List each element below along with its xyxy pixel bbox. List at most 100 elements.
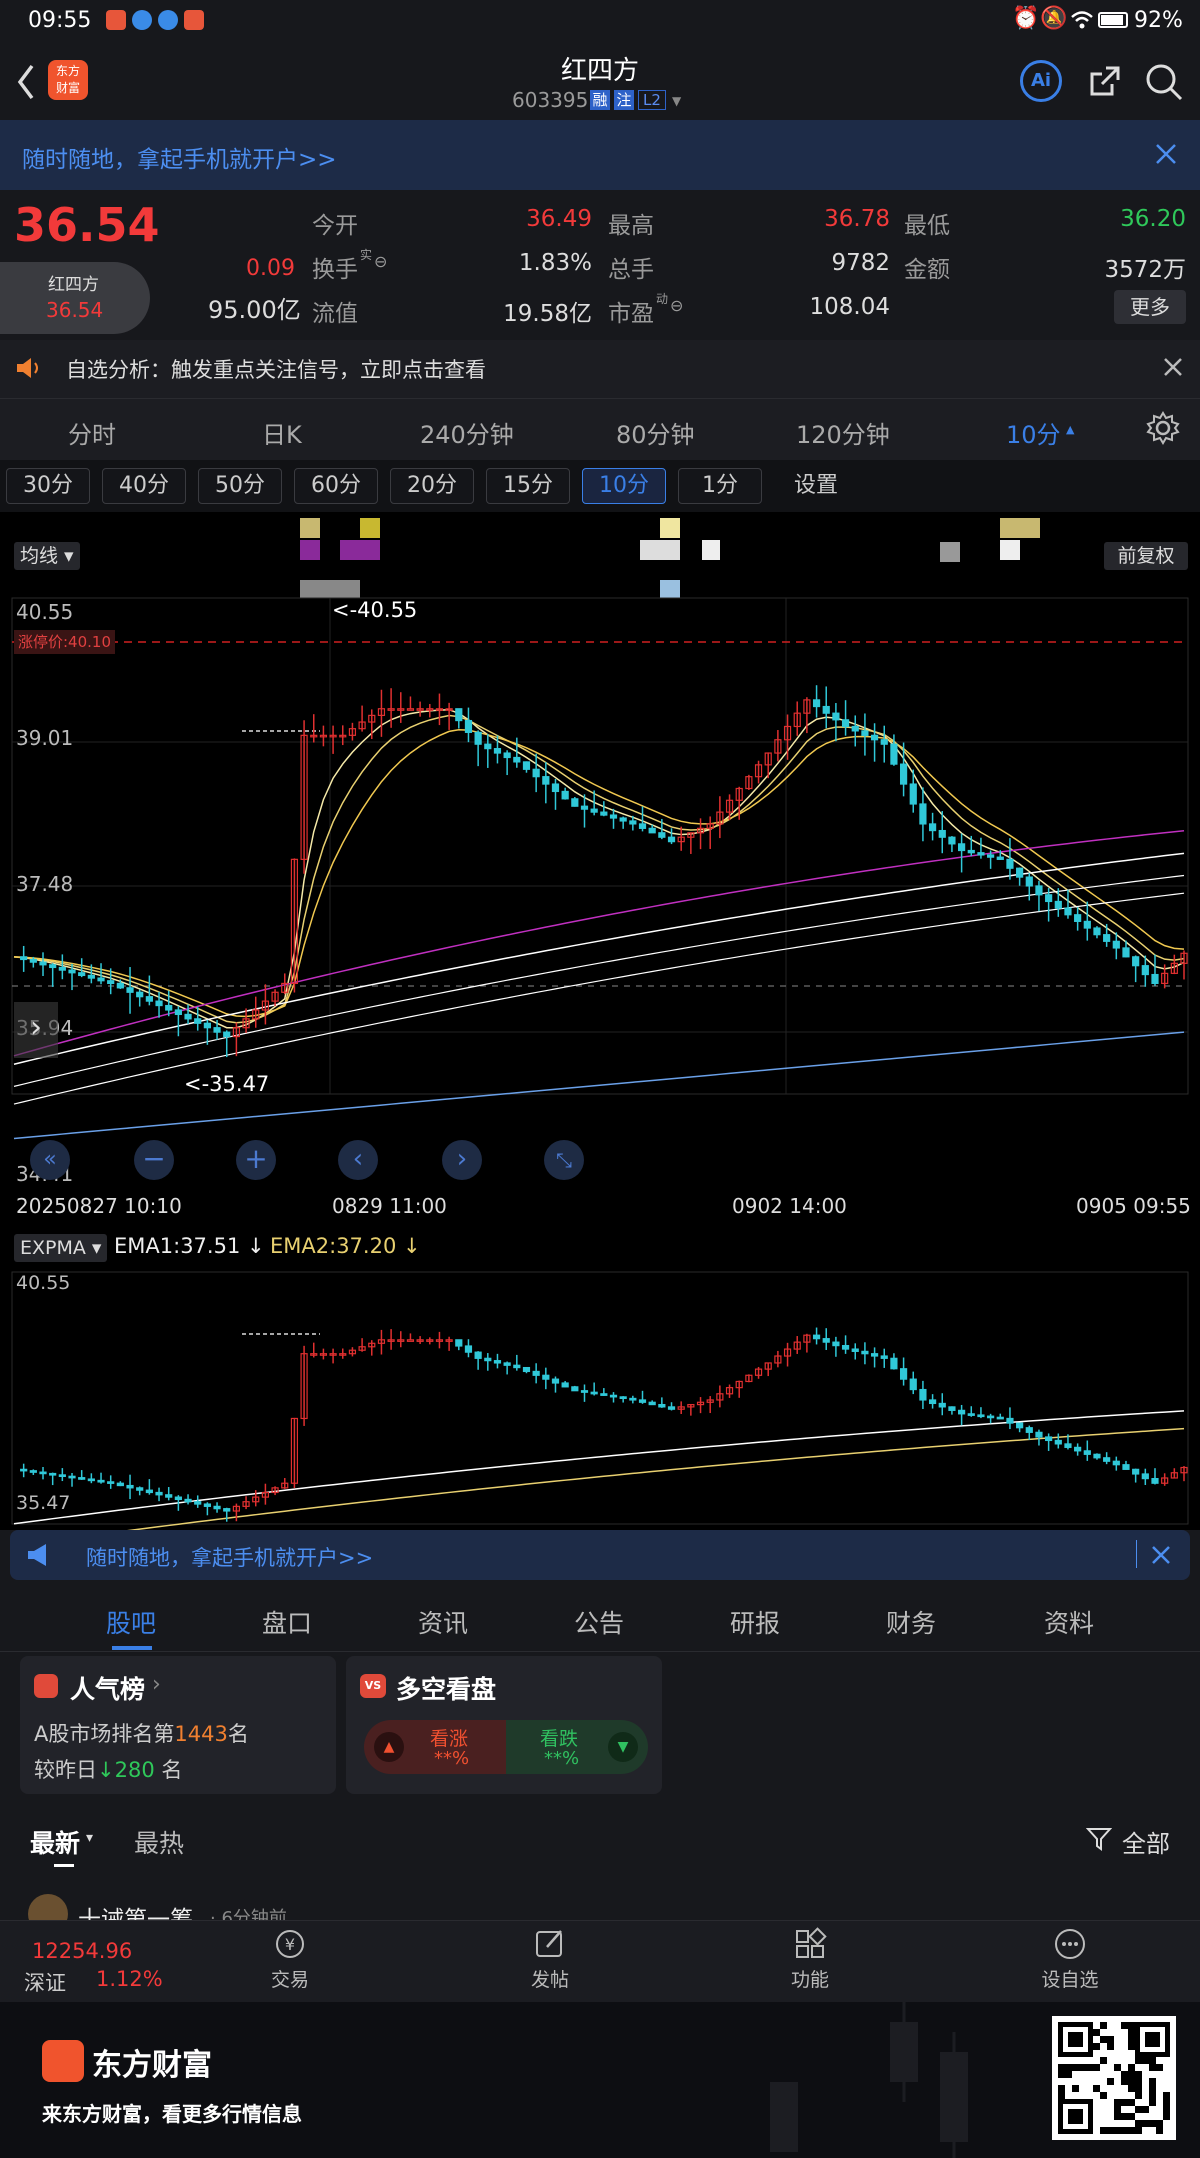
filter-icon[interactable] <box>1085 1826 1113 1856</box>
y-label-2: 39.01 <box>16 726 74 750</box>
subtab-50min[interactable]: 50分 <box>198 468 282 504</box>
sort-newest[interactable]: 最新 <box>30 1824 80 1860</box>
bottom-nav: 12254.96 深证 1.12% ¥ 交易 发帖 功能 设自选 <box>0 1920 1200 2002</box>
promo-slogan: 来东方财富，看更多行情信息 <box>42 2102 302 2126</box>
open-account-banner[interactable]: 随时随地，拿起手机就开户>> <box>0 120 1200 190</box>
sort-indicator <box>54 1864 74 1867</box>
tab-finance[interactable]: 财务 <box>886 1604 936 1640</box>
candle-body <box>861 730 869 736</box>
index-name[interactable]: 深证 <box>24 1967 66 1997</box>
nav-post[interactable]: 发帖 <box>510 1927 590 1992</box>
nav-trade-label: 交易 <box>270 1969 309 1991</box>
tab-10min[interactable]: 10分 <box>1006 415 1061 450</box>
info-icon[interactable]: ⊖ <box>374 252 387 271</box>
chevron-down-icon[interactable]: ▼ <box>672 94 681 108</box>
analysis-alert[interactable]: 自选分析：触发重点关注信号，立即点击查看 <box>0 340 1200 398</box>
candle-body <box>870 734 879 741</box>
gear-icon[interactable] <box>1146 411 1180 449</box>
bullish-button[interactable]: ▲ 看涨 **% <box>364 1720 506 1774</box>
candle-body <box>522 1366 531 1373</box>
ai-assistant-button[interactable]: Ai <box>1020 60 1062 102</box>
sort-hottest[interactable]: 最热 <box>134 1824 184 1860</box>
open-value: 36.49 <box>526 206 592 232</box>
candle-body <box>68 969 76 974</box>
tab-120min[interactable]: 120分钟 <box>796 415 890 450</box>
candle-body <box>658 1403 666 1408</box>
candle-body <box>880 1355 888 1359</box>
tab-intraday[interactable]: 分时 <box>68 415 116 450</box>
candle-body <box>1083 920 1091 929</box>
subtab-60min[interactable]: 60分 <box>294 468 378 504</box>
subtab-20min[interactable]: 20分 <box>390 468 474 504</box>
tab-profile[interactable]: 资料 <box>1044 1604 1094 1640</box>
alert-text[interactable]: 自选分析：触发重点关注信号，立即点击查看 <box>66 354 486 384</box>
close-icon[interactable] <box>1154 142 1178 170</box>
zoom-out-icon[interactable]: − <box>134 1140 174 1180</box>
tab-pankou[interactable]: 盘口 <box>262 1604 312 1640</box>
candle-body <box>87 974 95 979</box>
subtab-settings[interactable]: 设置 <box>774 468 858 504</box>
chevron-down-icon[interactable]: ▾ <box>86 1830 93 1846</box>
indicator-selector[interactable]: EXPMA ▾ <box>14 1234 108 1262</box>
candle-body <box>996 856 1004 860</box>
tab-announcements[interactable]: 公告 <box>574 1604 624 1640</box>
kline-chart-area[interactable]: 均线 ▾ 前复权 40.55 涨停价:40.10 39.01 37.48 35.… <box>0 512 1200 1530</box>
low-marker: <-35.47 <box>184 1072 270 1096</box>
popularity-card[interactable]: 人气榜 › A股市场排名第1443名 较昨日↓280 名 <box>20 1656 336 1794</box>
candle-body <box>97 977 105 982</box>
tab-240min[interactable]: 240分钟 <box>420 415 514 450</box>
tab-news[interactable]: 资讯 <box>418 1604 468 1640</box>
x-label-0: 20250827 10:10 <box>16 1194 182 1218</box>
chevron-right-icon[interactable]: › <box>14 1002 58 1058</box>
candle-body <box>513 756 521 763</box>
subtab-10min[interactable]: 10分 <box>582 468 666 504</box>
speaker-icon <box>14 354 42 386</box>
banner2-text[interactable]: 随时随地，拿起手机就开户>> <box>86 1542 373 1572</box>
alarm-icon: ⏰ <box>1012 6 1040 31</box>
scroll-left-icon[interactable]: ‹ <box>338 1140 378 1180</box>
candle-body <box>919 803 927 825</box>
popularity-title: 人气榜 <box>70 1675 146 1704</box>
subtab-15min[interactable]: 15分 <box>486 468 570 504</box>
banner-text[interactable]: 随时随地，拿起手机就开户>> <box>22 140 337 174</box>
tab-daily-k[interactable]: 日K <box>262 415 302 450</box>
subtab-40min[interactable]: 40分 <box>102 468 186 504</box>
battery-level: 92% <box>1134 8 1183 33</box>
pe-label: 市盈 <box>608 301 654 327</box>
more-button[interactable]: 更多 <box>1114 290 1186 324</box>
search-icon[interactable] <box>1144 62 1184 106</box>
candle-body <box>213 1027 221 1033</box>
fullscreen-icon[interactable]: ⤡ <box>544 1140 584 1180</box>
popularity-rank: A股市场排名第1443名 <box>34 1722 249 1746</box>
index-change[interactable]: 1.12% <box>96 1967 163 1991</box>
chevron-right-icon: › <box>152 1672 161 1697</box>
nav-functions[interactable]: 功能 <box>770 1927 850 1992</box>
candle-body <box>619 1396 627 1400</box>
filter-all[interactable]: 全部 <box>1122 1824 1170 1859</box>
close-icon[interactable] <box>1150 1544 1172 1570</box>
open-account-banner-2[interactable]: 随时随地，拿起手机就开户>> <box>10 1530 1190 1580</box>
info-icon[interactable]: ⊖ <box>670 296 683 315</box>
candle-body <box>1141 1473 1149 1480</box>
zoom-in-icon[interactable]: + <box>236 1140 276 1180</box>
tab-research[interactable]: 研报 <box>730 1604 780 1640</box>
candle-body <box>68 1475 76 1479</box>
candle-body <box>1016 1422 1024 1429</box>
tab-80min[interactable]: 80分钟 <box>616 415 695 450</box>
subtab-1min[interactable]: 1分 <box>678 468 762 504</box>
subtab-30min[interactable]: 30分 <box>6 468 90 504</box>
candle-body <box>1093 1453 1101 1459</box>
candle-body <box>1054 1439 1062 1445</box>
tab-guba[interactable]: 股吧 <box>106 1604 156 1640</box>
index-value[interactable]: 12254.96 <box>32 1939 132 1963</box>
scroll-first-icon[interactable]: « <box>30 1140 70 1180</box>
bearish-label: 看跌 <box>540 1728 579 1750</box>
close-icon[interactable] <box>1162 356 1184 382</box>
promo-banner[interactable]: 东方财富 来东方财富，看更多行情信息 <box>0 2002 1200 2158</box>
bearish-value: **% <box>544 1748 580 1769</box>
share-icon[interactable] <box>1086 62 1124 104</box>
bearish-button[interactable]: 看跌 **% ▼ <box>506 1720 648 1774</box>
nav-add-watchlist[interactable]: 设自选 <box>1028 1927 1112 1992</box>
nav-trade[interactable]: ¥ 交易 <box>250 1927 330 1992</box>
scroll-right-icon[interactable]: › <box>442 1140 482 1180</box>
